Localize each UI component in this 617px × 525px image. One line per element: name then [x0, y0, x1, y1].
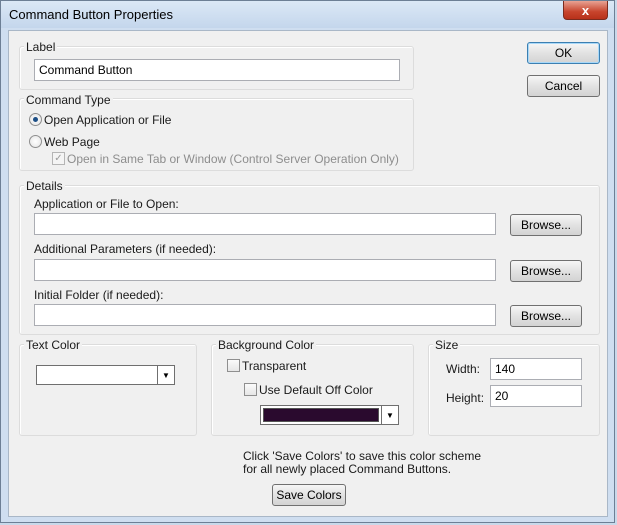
- browse-params-button-label: Browse...: [520, 264, 571, 278]
- close-button[interactable]: x: [563, 1, 608, 20]
- height-label: Height:: [446, 391, 485, 405]
- browse-folder-button-label: Browse...: [520, 309, 571, 323]
- browse-folder-button[interactable]: Browse...: [510, 305, 582, 327]
- height-input[interactable]: [490, 385, 582, 407]
- folder-input[interactable]: [34, 304, 496, 326]
- browse-app-button-label: Browse...: [520, 218, 571, 232]
- browse-app-button[interactable]: Browse...: [510, 214, 582, 236]
- width-input[interactable]: [490, 358, 582, 380]
- radio-web-page[interactable]: [29, 135, 42, 148]
- same-tab-checkbox[interactable]: ✓: [52, 152, 65, 165]
- size-title: Size: [433, 338, 461, 352]
- use-default-off-color-checkbox[interactable]: [244, 383, 257, 396]
- text-color-group: [19, 344, 197, 436]
- folder-label: Initial Folder (if needed):: [34, 288, 164, 302]
- transparent-label[interactable]: Transparent: [242, 359, 306, 373]
- background-color-title: Background Color: [216, 338, 317, 352]
- use-default-off-color-label[interactable]: Use Default Off Color: [259, 383, 373, 397]
- app-file-label: Application or File to Open:: [34, 197, 179, 211]
- cancel-button-label: Cancel: [544, 79, 583, 93]
- radio-open-application-label[interactable]: Open Application or File: [44, 113, 171, 127]
- dialog-client-area: Label OK Cancel Command Type Open Applic…: [8, 30, 608, 517]
- label-input[interactable]: [34, 59, 400, 81]
- transparent-checkbox[interactable]: [227, 359, 240, 372]
- chevron-down-icon[interactable]: ▼: [157, 366, 174, 384]
- save-colors-note-line2: for all newly placed Command Buttons.: [243, 462, 452, 476]
- dialog-window: Command Button Properties x Label OK Can…: [0, 0, 615, 523]
- window-title: Command Button Properties: [9, 7, 174, 22]
- radio-open-application[interactable]: [29, 113, 42, 126]
- same-tab-label: Open in Same Tab or Window (Control Serv…: [67, 152, 399, 166]
- params-input[interactable]: [34, 259, 496, 281]
- params-label: Additional Parameters (if needed):: [34, 242, 217, 256]
- background-color-dropdown[interactable]: ▼: [260, 405, 399, 425]
- label-group-title: Label: [24, 40, 58, 54]
- command-type-title: Command Type: [24, 93, 113, 107]
- chevron-down-icon[interactable]: ▼: [381, 406, 398, 424]
- ok-button[interactable]: OK: [527, 42, 600, 64]
- browse-params-button[interactable]: Browse...: [510, 260, 582, 282]
- title-bar[interactable]: Command Button Properties x: [1, 1, 614, 28]
- save-colors-button[interactable]: Save Colors: [272, 484, 346, 506]
- text-color-title: Text Color: [24, 338, 83, 352]
- close-icon: x: [581, 2, 590, 18]
- app-file-input[interactable]: [34, 213, 496, 235]
- cancel-button[interactable]: Cancel: [527, 75, 600, 97]
- width-label: Width:: [446, 362, 481, 376]
- background-color-swatch: [263, 408, 379, 422]
- radio-web-page-label[interactable]: Web Page: [44, 135, 100, 149]
- ok-button-label: OK: [554, 46, 573, 60]
- checkmark-icon: ✓: [54, 153, 63, 164]
- details-title: Details: [24, 179, 65, 193]
- save-colors-button-label: Save Colors: [276, 488, 342, 502]
- text-color-swatch: [39, 368, 155, 382]
- text-color-dropdown[interactable]: ▼: [36, 365, 175, 385]
